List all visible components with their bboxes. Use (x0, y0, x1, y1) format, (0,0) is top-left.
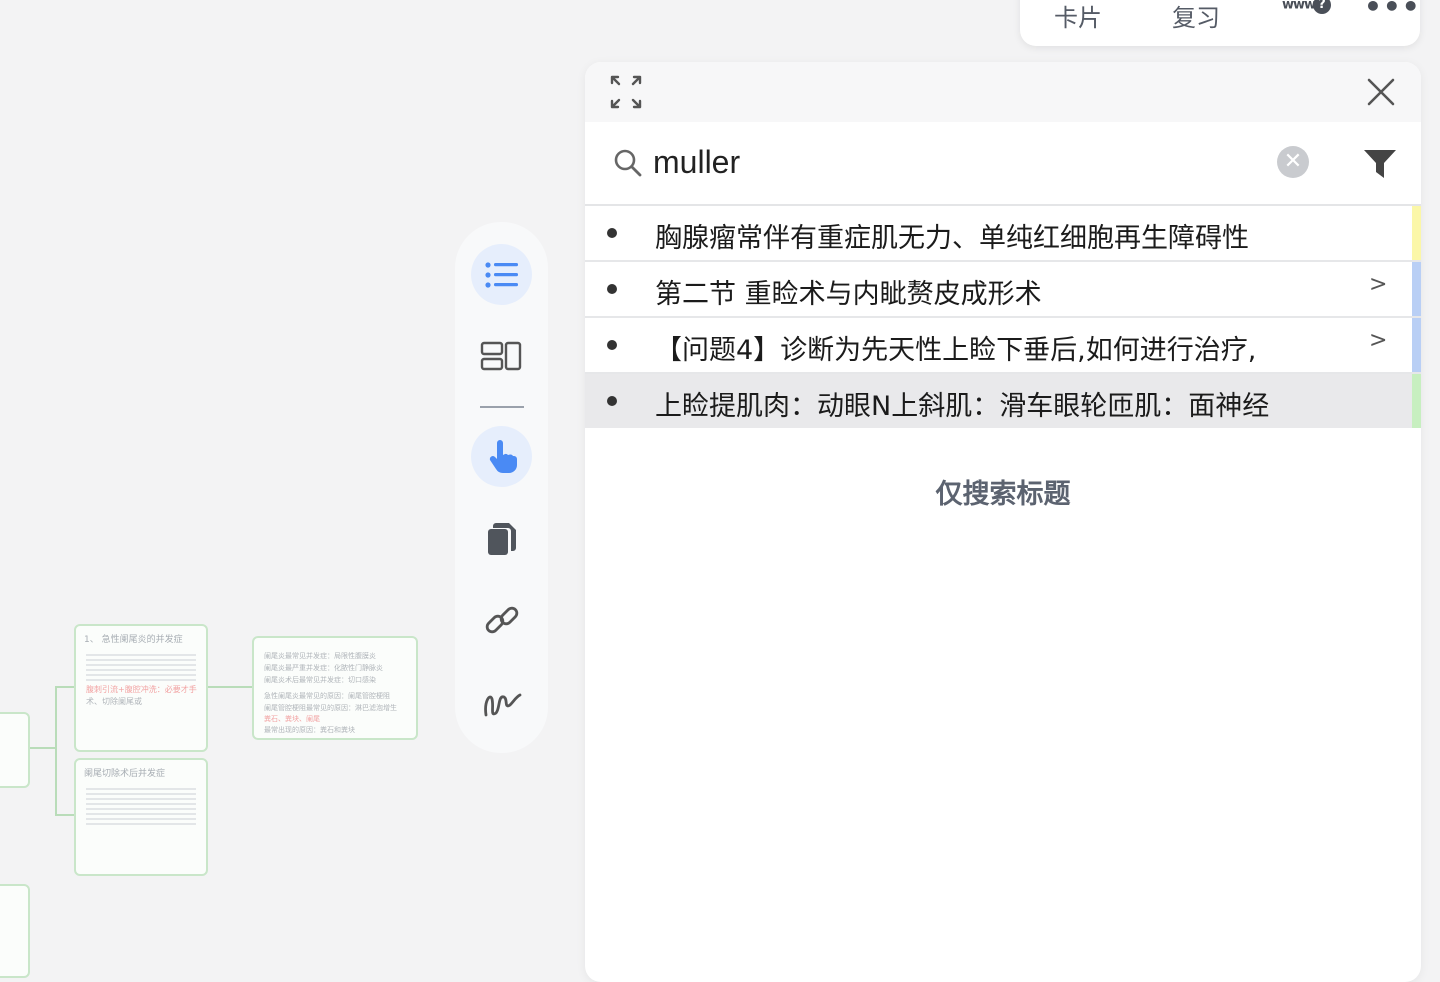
text-line (86, 793, 196, 795)
mindmap-node-red-text: 腹刺引流+腹腔冲洗：必要才手 (86, 685, 197, 694)
text-line (86, 818, 196, 820)
search-input[interactable] (653, 140, 1213, 184)
outline-list-icon (484, 261, 518, 288)
expand-icon[interactable] (609, 74, 643, 110)
color-tag (1412, 374, 1421, 428)
www-label: www (1282, 0, 1316, 13)
mindmap-node-text: 急性阑尾炎最常见的原因：阑尾管腔梗阻 (264, 692, 390, 700)
link-icon (485, 606, 518, 633)
layout-button[interactable] (471, 325, 532, 386)
mindmap-connector (206, 686, 252, 688)
mindmap-node-title: 1、 急性阑尾炎的并发症 (84, 635, 183, 645)
mindmap-node-text: 阑尾炎最常见并发症：局限性腹膜炎 (264, 652, 376, 660)
text-line (86, 823, 196, 825)
result-text: 胸腺瘤常伴有重症肌无力、单纯红细胞再生障碍性 (655, 223, 1249, 254)
text-line (86, 654, 196, 656)
help-icon: ? (1313, 0, 1332, 14)
mindmap-node-text: 阑尾管腔梗阻最常见的原因：淋巴滤泡增生 (264, 704, 397, 712)
search-icon (614, 149, 642, 177)
mindmap-connector (55, 686, 57, 816)
bullet-icon (607, 284, 617, 294)
text-line (86, 808, 196, 810)
link-button[interactable] (471, 589, 532, 650)
color-tag (1412, 318, 1421, 372)
more-button[interactable]: ••• (1364, 0, 1421, 23)
layout-icon (480, 341, 521, 370)
top-toolbar: 卡片 复习 www? ••• (1020, 0, 1420, 46)
result-text: 第二节 重睑术与内眦赘皮成形术 (655, 279, 1042, 310)
mindmap-node[interactable]: 阑尾炎最常见并发症：局限性腹膜炎 阑尾炎最严重并发症：化脓性门静脉炎 阑尾炎术后… (252, 636, 418, 740)
text-line (86, 679, 196, 681)
panel-header (585, 62, 1421, 122)
text-line (86, 664, 196, 666)
result-row[interactable]: 胸腺瘤常伴有重症肌无力、单纯红细胞再生障碍性 (585, 206, 1421, 262)
close-icon[interactable] (1363, 76, 1399, 108)
copy-button[interactable] (471, 508, 532, 569)
color-tag (1412, 262, 1421, 316)
search-panel: ✕ 胸腺瘤常伴有重症肌无力、单纯红细胞再生障碍性 第二节 重睑术与内眦赘皮成形术… (585, 62, 1421, 982)
text-line (86, 674, 196, 676)
text-line (86, 798, 196, 800)
mindmap-connector (55, 814, 75, 816)
handwriting-button[interactable] (471, 671, 532, 732)
text-line (86, 669, 196, 671)
result-text: 【问题4】诊断为先天性上睑下垂后,如何进行治疗, (655, 335, 1257, 366)
result-row[interactable]: 【问题4】诊断为先天性上睑下垂后,如何进行治疗, > (585, 318, 1421, 374)
clear-search-button[interactable]: ✕ (1277, 146, 1309, 178)
chevron-right-icon[interactable]: > (1369, 272, 1387, 297)
bullet-icon (607, 228, 617, 238)
chevron-right-icon[interactable]: > (1369, 328, 1387, 353)
bullet-icon (607, 396, 617, 406)
www-help-button[interactable]: www? (1282, 0, 1332, 14)
text-line (86, 659, 196, 661)
mindmap-node-text: 阑尾炎最严重并发症：化脓性门静脉炎 (264, 664, 383, 672)
mindmap-connector (30, 747, 56, 749)
bullet-icon (607, 340, 617, 350)
mindmap-node-title: 阑尾切除术后并发症 (84, 769, 166, 779)
text-line (86, 788, 196, 790)
outline-button[interactable] (471, 244, 532, 305)
mindmap-node-text: 术、切除阑尾或 (86, 697, 142, 706)
tool-divider (480, 406, 524, 408)
side-tool-bar (455, 222, 548, 753)
pointer-hand-icon (489, 439, 517, 473)
search-results: 胸腺瘤常伴有重症肌无力、单纯红细胞再生障碍性 第二节 重睑术与内眦赘皮成形术 >… (585, 206, 1421, 428)
result-row[interactable]: 第二节 重睑术与内眦赘皮成形术 > (585, 262, 1421, 318)
text-line (86, 803, 196, 805)
mindmap-node[interactable] (0, 884, 30, 978)
handwriting-icon (483, 693, 521, 716)
mindmap-connector (55, 686, 75, 688)
mindmap-node[interactable] (0, 712, 30, 788)
mindmap-node-red-text: 粪石、粪块、阑尾 (264, 715, 320, 723)
text-line (86, 813, 196, 815)
color-tag (1412, 206, 1421, 260)
search-bar: ✕ (585, 122, 1421, 206)
search-titles-only-button[interactable]: 仅搜索标题 (585, 472, 1421, 511)
filter-icon[interactable] (1363, 148, 1397, 180)
result-row-selected[interactable]: 上睑提肌肉：动眼N上斜肌：滑车眼轮匝肌：面神经 (585, 374, 1421, 428)
pointer-button[interactable] (471, 426, 532, 487)
mindmap-node[interactable]: 1、 急性阑尾炎的并发症 腹刺引流+腹腔冲洗：必要才手 术、切除阑尾或 (74, 624, 208, 752)
copy-icon (487, 522, 516, 555)
cards-button[interactable]: 卡片 (1054, 0, 1102, 33)
review-button[interactable]: 复习 (1172, 0, 1220, 33)
mindmap-node[interactable]: 阑尾切除术后并发症 (74, 758, 208, 876)
result-text: 上睑提肌肉：动眼N上斜肌：滑车眼轮匝肌：面神经 (655, 391, 1270, 422)
mindmap-node-text: 最常出现的原因：粪石和粪块 (264, 726, 355, 734)
mindmap-node-text: 阑尾炎术后最常见并发症：切口感染 (264, 676, 376, 684)
